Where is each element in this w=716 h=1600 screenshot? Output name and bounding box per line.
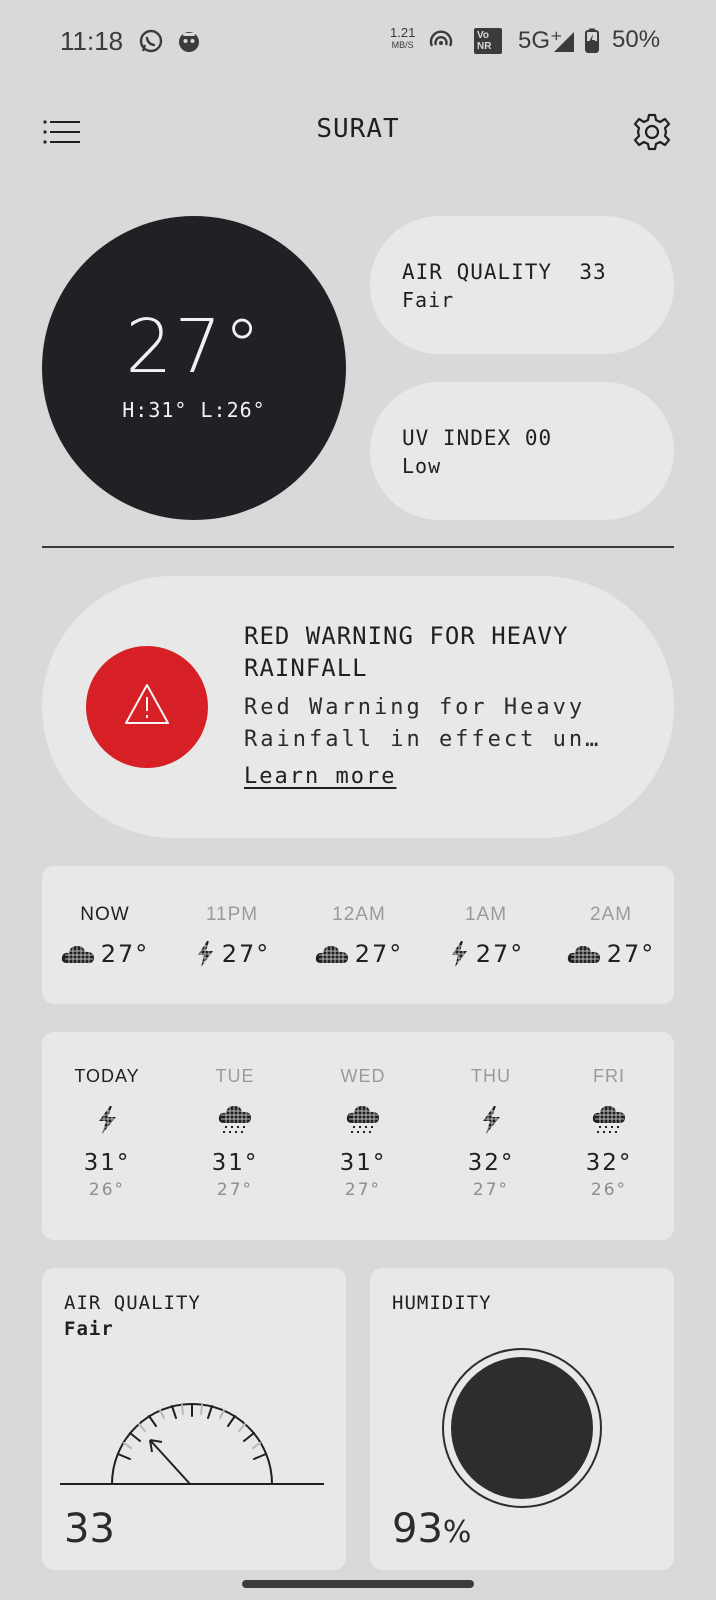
humidity-card[interactable]: HUMIDITY 93% [370,1268,674,1570]
hour-temp: 27° [100,940,150,968]
air-quality-pill-value: 33 [579,260,607,284]
humidity-gauge [442,1348,602,1508]
day-label: TODAY [74,1066,140,1086]
day-label: FRI [593,1066,625,1086]
rain-cloud-icon [346,1106,379,1133]
daily-item: TUE 31° 27° [170,1032,300,1240]
thunder-icon [97,1106,119,1134]
cloud-icon [315,946,348,963]
hourly-forecast-card[interactable]: NOW 27° 11PM 27° 12AM 27° 1AM 27° 2AM 27… [42,866,674,1004]
humidity-card-title: HUMIDITY [392,1292,492,1314]
day-low: 27° [472,1180,510,1200]
warning-title: RED WARNING FOR HEAVY RAINFALL [244,622,569,682]
humidity-unit: % [442,1515,472,1550]
hour-temp: 27° [475,940,525,968]
cloud-icon [567,946,600,963]
uv-index-pill-value: 00 [524,426,553,450]
day-high: 32° [467,1150,515,1176]
status-time: 11:18 [60,26,124,56]
hourly-item: 2AM 27° [548,866,674,1004]
cloud-icon [61,946,94,963]
day-label: WED [340,1066,386,1086]
air-quality-pill[interactable]: AIR QUALITY 33 Fair [370,216,674,354]
network-speed-unit: MB/S [391,40,414,50]
daily-forecast-card[interactable]: TODAY 31° 26° TUE 31° 27° WED 31° 27° TH… [42,1032,674,1240]
high-low-temp: H:31° L:26° [122,398,266,422]
hour-label: 2AM [589,904,633,925]
rain-cloud-icon [592,1106,625,1133]
daily-item: FRI 32° 26° [544,1032,674,1240]
warning-triangle-icon [125,684,169,724]
list-menu-icon[interactable] [42,118,82,146]
uv-index-pill-status: Low [402,454,442,478]
hour-label: 12AM [332,904,386,925]
humidity-value: 93% [392,1506,472,1552]
hotspot-icon [429,30,453,47]
learn-more-link[interactable]: Learn more [244,764,396,789]
day-low: 27° [216,1180,254,1200]
day-high: 31° [211,1150,259,1176]
thunder-icon [449,941,468,967]
vonr-badge: Vo NR [474,28,502,54]
rain-cloud-icon [218,1106,251,1133]
daily-item: TODAY 31° 26° [42,1032,172,1240]
hourly-item: NOW 27° [42,866,168,1004]
day-high: 31° [83,1150,131,1176]
current-temp-circle: 27° H:31° L:26° [42,216,346,520]
battery-percent: 50% [612,26,661,53]
battery-charging-icon [585,28,599,53]
hour-label: 1AM [464,904,508,925]
day-label: THU [471,1066,511,1086]
air-quality-card-status: Fair [64,1318,114,1340]
hourly-item: 1AM 27° [423,866,549,1004]
thunder-icon [481,1106,503,1134]
gear-icon[interactable] [632,112,672,152]
day-high: 31° [339,1150,387,1176]
warning-description: Red Warning for Heavy Rainfall in effect… [244,695,602,752]
uv-index-pill-title: UV INDEX 00 [402,426,553,450]
day-low: 27° [344,1180,382,1200]
air-quality-pill-status: Fair [402,288,455,312]
daily-item: THU 32° 27° [426,1032,556,1240]
air-quality-gauge [60,1403,324,1485]
current-temp: 27° [125,304,263,390]
home-indicator[interactable] [242,1580,474,1588]
uv-index-pill[interactable]: UV INDEX 00 Low [370,382,674,520]
hour-label: NOW [80,904,130,925]
network-speed: 1.21 MB/S [390,26,415,52]
divider [42,546,674,548]
air-quality-card[interactable]: AIR QUALITY Fair 33 [42,1268,346,1570]
day-low: 26° [590,1180,628,1200]
air-quality-card-value: 33 [64,1506,115,1552]
hourly-item: 11PM 27° [169,866,295,1004]
weather-warning-card[interactable]: RED WARNING FOR HEAVY RAINFALL Red Warni… [42,576,674,838]
status-bar: 11:18 1.21 MB/S Vo NR 5G⁺ 50% [0,0,716,84]
hour-temp: 27° [354,940,404,968]
hour-temp: 27° [221,940,271,968]
day-low: 26° [88,1180,126,1200]
day-label: TUE [215,1066,255,1086]
air-quality-card-title: AIR QUALITY [64,1292,201,1314]
warning-badge [86,646,208,768]
hour-label: 11PM [205,904,259,925]
daily-item: WED 31° 27° [298,1032,428,1240]
air-quality-pill-title: AIR QUALITY 33 [402,260,607,284]
hour-temp: 27° [606,940,656,968]
city-title[interactable]: SURAT [258,114,458,144]
gauge-needle [149,1439,191,1485]
app-notification-icon [179,32,199,52]
whatsapp-icon [139,29,163,53]
signal-icon [554,32,574,52]
thunder-icon [195,941,214,967]
network-speed-value: 1.21 [390,25,416,40]
hourly-item: 12AM 27° [296,866,422,1004]
day-high: 32° [585,1150,633,1176]
